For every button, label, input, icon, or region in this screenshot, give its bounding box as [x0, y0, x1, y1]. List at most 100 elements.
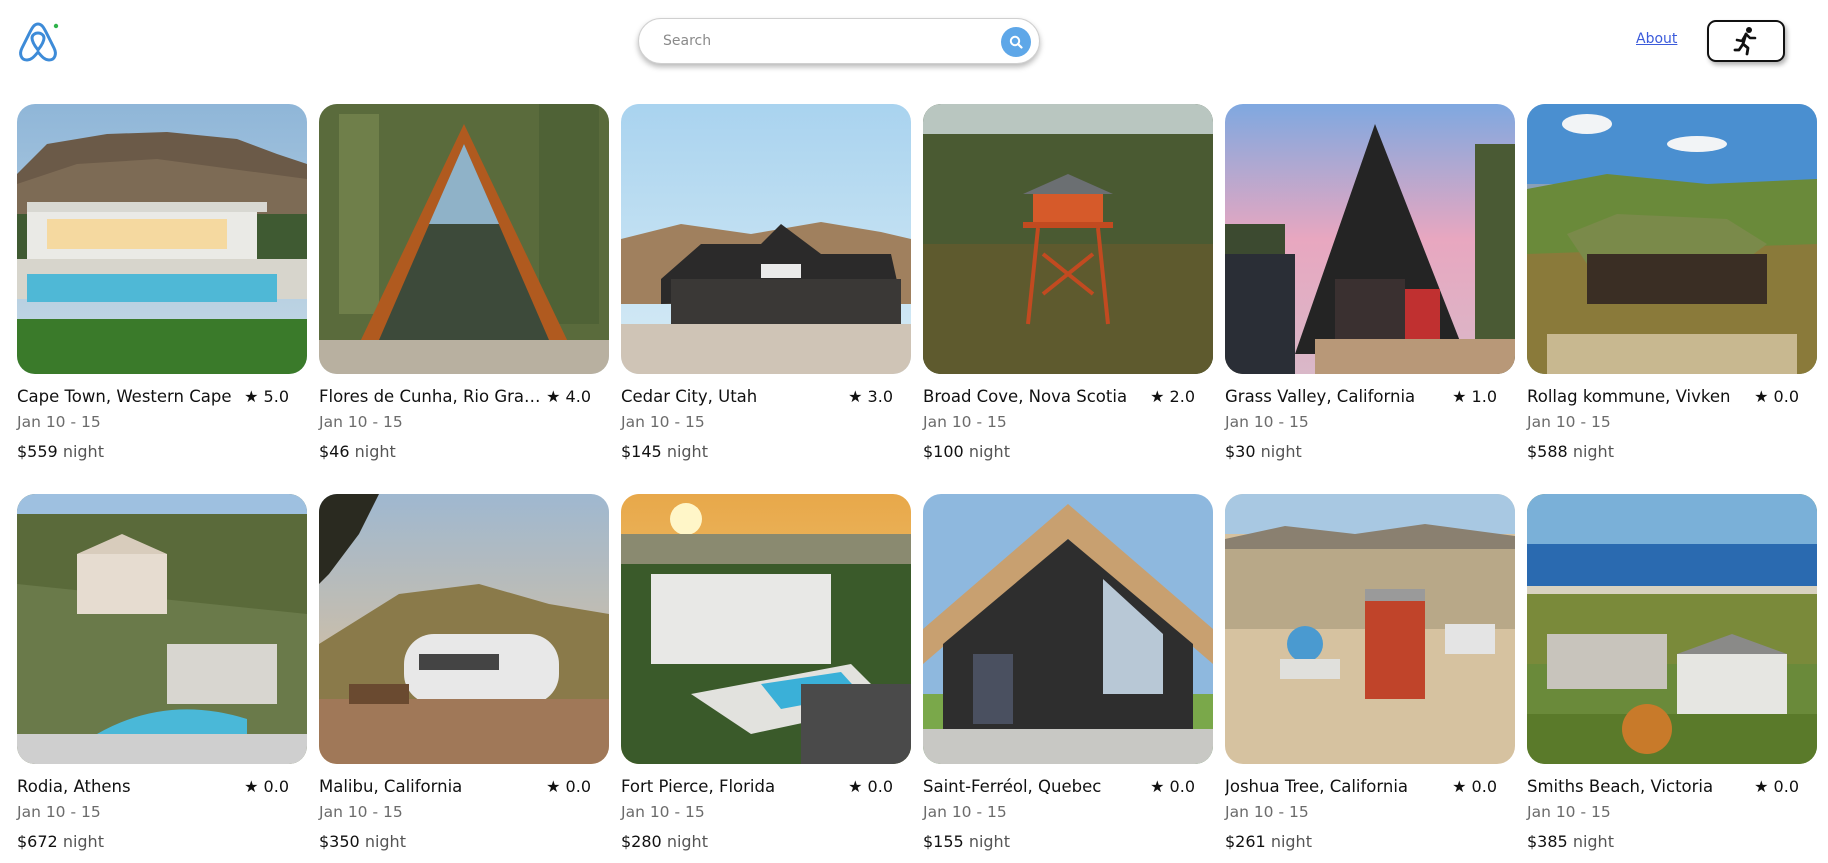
listing-price: $385 night [1527, 832, 1817, 852]
listing-location: Saint-Ferréol, Quebec [923, 776, 1102, 796]
listing-dates: Jan 10 - 15 [1225, 413, 1309, 431]
price-amount: $350 [319, 832, 360, 851]
listing-card[interactable]: Saint-Ferréol, Quebec ★ 0.0 Jan 10 - 15 … [923, 494, 1213, 863]
listing-photo[interactable] [319, 494, 609, 764]
price-amount: $385 [1527, 832, 1568, 851]
listing-photo[interactable] [17, 494, 307, 764]
price-amount: $100 [923, 442, 964, 461]
listing-rating: ★ 1.0 [1452, 386, 1497, 406]
listing-location: Cedar City, Utah [621, 386, 758, 406]
listing-price: $145 night [621, 442, 911, 462]
about-link[interactable]: About [1636, 31, 1677, 47]
listings-grid: Cape Town, Western Cape ★ 5.0 Jan 10 - 1… [17, 104, 1817, 863]
listing-dates: Jan 10 - 15 [319, 803, 403, 821]
listing-rating: ★ 2.0 [1150, 386, 1195, 406]
listing-photo[interactable] [17, 104, 307, 374]
price-unit: night [666, 832, 708, 851]
listing-dates: Jan 10 - 15 [319, 413, 403, 431]
listing-price: $588 night [1527, 442, 1817, 462]
listing-location: Flores de Cunha, Rio Grand... [319, 386, 544, 406]
listing-card[interactable]: Grass Valley, California ★ 1.0 Jan 10 - … [1225, 104, 1515, 494]
listing-dates: Jan 10 - 15 [621, 803, 705, 821]
listing-card[interactable]: Broad Cove, Nova Scotia ★ 2.0 Jan 10 - 1… [923, 104, 1213, 494]
price-unit: night [1572, 832, 1614, 851]
listing-photo[interactable] [923, 494, 1213, 764]
price-unit: night [1260, 442, 1302, 461]
listing-dates: Jan 10 - 15 [1527, 803, 1611, 821]
listing-photo[interactable] [621, 494, 911, 764]
listing-rating: ★ 3.0 [848, 386, 893, 406]
listing-card[interactable]: Rodia, Athens ★ 0.0 Jan 10 - 15 $672 nig… [17, 494, 307, 863]
price-unit: night [968, 442, 1010, 461]
price-unit: night [1572, 442, 1614, 461]
listing-card[interactable]: Joshua Tree, California ★ 0.0 Jan 10 - 1… [1225, 494, 1515, 863]
listing-photo[interactable] [1527, 494, 1817, 764]
listing-dates: Jan 10 - 15 [17, 413, 101, 431]
listing-location: Rodia, Athens [17, 776, 131, 796]
exit-button[interactable] [1707, 20, 1785, 62]
search-button[interactable] [1001, 27, 1031, 57]
listing-card[interactable]: Cape Town, Western Cape ★ 5.0 Jan 10 - 1… [17, 104, 307, 494]
listing-rating: ★ 4.0 [546, 386, 591, 406]
listing-rating: ★ 0.0 [244, 776, 289, 796]
search-bar [638, 18, 1040, 64]
price-amount: $672 [17, 832, 58, 851]
listing-photo[interactable] [319, 104, 609, 374]
listing-photo[interactable] [923, 104, 1213, 374]
top-bar: About [0, 0, 1828, 84]
search-icon [1009, 35, 1023, 49]
price-amount: $559 [17, 442, 58, 461]
price-amount: $261 [1225, 832, 1266, 851]
listing-photo[interactable] [1527, 104, 1817, 374]
listing-card[interactable]: Rollag kommune, Vivken ★ 0.0 Jan 10 - 15… [1527, 104, 1817, 494]
listing-rating: ★ 0.0 [1754, 386, 1799, 406]
listing-location: Broad Cove, Nova Scotia [923, 386, 1128, 406]
listing-dates: Jan 10 - 15 [1527, 413, 1611, 431]
listing-price: $46 night [319, 442, 609, 462]
listing-card[interactable]: Smiths Beach, Victoria ★ 0.0 Jan 10 - 15… [1527, 494, 1817, 863]
listing-rating: ★ 0.0 [1452, 776, 1497, 796]
price-unit: night [62, 442, 104, 461]
price-unit: night [968, 832, 1010, 851]
listing-card[interactable]: Cedar City, Utah ★ 3.0 Jan 10 - 15 $145 … [621, 104, 911, 494]
price-unit: night [666, 442, 708, 461]
listing-card[interactable]: Fort Pierce, Florida ★ 0.0 Jan 10 - 15 $… [621, 494, 911, 863]
listing-card[interactable]: Flores de Cunha, Rio Grand... ★ 4.0 Jan … [319, 104, 609, 494]
search-input[interactable] [663, 29, 983, 53]
price-unit: night [354, 442, 396, 461]
running-person-icon [1733, 27, 1757, 56]
price-amount: $30 [1225, 442, 1256, 461]
listing-price: $559 night [17, 442, 307, 462]
listing-photo[interactable] [1225, 494, 1515, 764]
listing-price: $350 night [319, 832, 609, 852]
listing-photo[interactable] [1225, 104, 1515, 374]
listing-dates: Jan 10 - 15 [17, 803, 101, 821]
listing-rating: ★ 0.0 [546, 776, 591, 796]
listing-photo[interactable] [621, 104, 911, 374]
listing-location: Rollag kommune, Vivken [1527, 386, 1731, 406]
listing-dates: Jan 10 - 15 [923, 803, 1007, 821]
price-amount: $280 [621, 832, 662, 851]
listing-price: $261 night [1225, 832, 1515, 852]
listing-price: $100 night [923, 442, 1213, 462]
listing-rating: ★ 0.0 [1150, 776, 1195, 796]
listing-card[interactable]: Malibu, California ★ 0.0 Jan 10 - 15 $35… [319, 494, 609, 863]
listing-location: Malibu, California [319, 776, 463, 796]
listing-location: Grass Valley, California [1225, 386, 1416, 406]
listing-location: Cape Town, Western Cape [17, 386, 232, 406]
listing-dates: Jan 10 - 15 [923, 413, 1007, 431]
listing-price: $672 night [17, 832, 307, 852]
listing-price: $280 night [621, 832, 911, 852]
price-amount: $155 [923, 832, 964, 851]
price-unit: night [1270, 832, 1312, 851]
price-amount: $145 [621, 442, 662, 461]
listing-rating: ★ 0.0 [848, 776, 893, 796]
price-amount: $588 [1527, 442, 1568, 461]
listing-price: $30 night [1225, 442, 1515, 462]
listing-dates: Jan 10 - 15 [621, 413, 705, 431]
airbnb-logo-icon[interactable] [18, 20, 60, 64]
listing-location: Smiths Beach, Victoria [1527, 776, 1714, 796]
listing-rating: ★ 0.0 [1754, 776, 1799, 796]
listing-location: Fort Pierce, Florida [621, 776, 776, 796]
listing-price: $155 night [923, 832, 1213, 852]
